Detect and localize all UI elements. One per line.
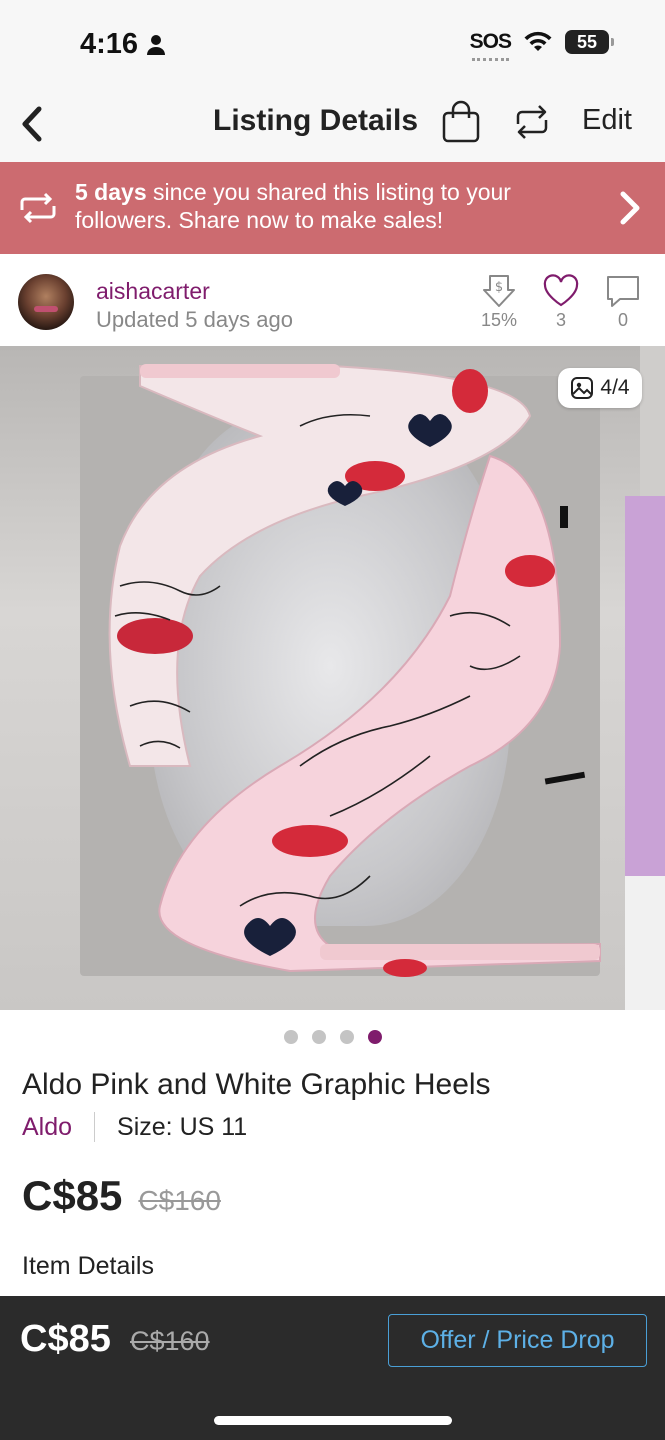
carousel-dot-active[interactable] [367, 1030, 382, 1044]
divider [94, 1112, 96, 1142]
share-reminder-banner[interactable]: 5 days since you shared this listing to … [0, 162, 665, 254]
price: C$85 [22, 1172, 123, 1219]
bag-button[interactable] [440, 100, 482, 144]
offer-price-drop-button[interactable]: Offer / Price Drop [388, 1314, 647, 1367]
original-price: C$160 [138, 1185, 221, 1216]
home-indicator[interactable] [214, 1416, 452, 1425]
comments-count: 0 [617, 310, 628, 330]
carousel-dot[interactable] [311, 1030, 326, 1044]
carousel-dot[interactable] [283, 1030, 298, 1044]
heart-icon [543, 274, 579, 307]
page-title: Listing Details [213, 104, 419, 137]
image-counter-text: 4/4 [600, 376, 630, 399]
shopping-bag-icon [442, 100, 480, 143]
bottom-action-bar: C$85 C$160 Offer / Price Drop [0, 1296, 665, 1440]
bottom-original-price: C$160 [130, 1326, 210, 1356]
carrier-text: SOS [469, 30, 512, 61]
comment-icon [607, 276, 639, 307]
gallery-icon [571, 377, 594, 399]
svg-text:$: $ [495, 280, 503, 295]
bottom-price: C$85 [20, 1318, 111, 1360]
avatar[interactable] [18, 274, 74, 330]
share-arrows-icon [516, 105, 548, 139]
like-button[interactable]: 3 [536, 274, 586, 331]
chevron-left-icon [22, 106, 42, 142]
size-text: Size: US 11 [117, 1112, 248, 1141]
status-indicators: SOS 55 [469, 30, 614, 61]
edit-button[interactable]: Edit [582, 104, 632, 137]
item-title: Aldo Pink and White Graphic Heels [22, 1068, 491, 1101]
brand-link[interactable]: Aldo [22, 1113, 72, 1142]
price-tag-down-icon: $ [483, 275, 515, 307]
seller-row: aishacarter Updated 5 days ago $ 15% 3 0 [0, 254, 665, 346]
seller-username[interactable]: aishacarter [96, 278, 210, 305]
person-icon [147, 34, 166, 55]
wifi-icon [524, 31, 552, 51]
back-button[interactable] [12, 102, 52, 146]
brand-size-row: Aldo Size: US 11 [22, 1112, 247, 1142]
clock-text: 4:16 [80, 28, 139, 60]
discount-value: 15% [480, 310, 518, 330]
heels-illustration [108, 364, 601, 977]
nav-bar: Listing Details Edit [0, 92, 665, 162]
product-image[interactable] [0, 346, 665, 1010]
comment-button[interactable]: 0 [598, 274, 648, 331]
status-time: 4:16 [80, 28, 166, 61]
likes-count: 3 [555, 310, 566, 330]
price-row: C$85 C$160 [22, 1172, 221, 1220]
price-drop-stat[interactable]: $ 15% [474, 274, 524, 331]
chevron-right-icon [620, 191, 640, 225]
carousel-dots[interactable] [0, 1030, 665, 1046]
share-reminder-text: 5 days since you shared this listing to … [75, 178, 585, 234]
share-button[interactable] [512, 102, 552, 142]
item-details-heading: Item Details [22, 1252, 154, 1280]
battery-icon: 55 [565, 30, 614, 54]
image-counter-badge: 4/4 [558, 368, 642, 408]
share-days-highlight: 5 days [75, 179, 147, 205]
share-arrows-icon [20, 192, 56, 224]
updated-time: Updated 5 days ago [96, 307, 293, 332]
carousel-dot[interactable] [339, 1030, 354, 1044]
status-bar: 4:16 SOS 55 [0, 0, 665, 92]
